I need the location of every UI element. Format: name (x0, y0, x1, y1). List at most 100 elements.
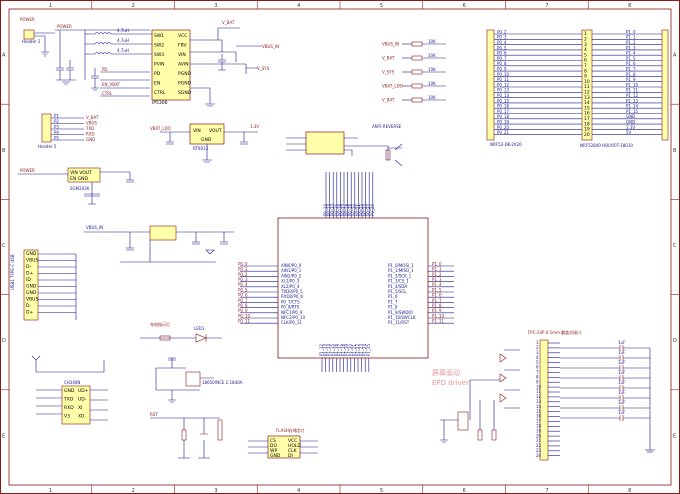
right-connector-pin-right: P1_0 (626, 29, 636, 34)
column-marker: 6 (463, 488, 466, 494)
column-marker: 6 (463, 3, 466, 9)
right-connector-pin-right: P1_2 (626, 40, 636, 45)
charger-pin-left: PVIN (154, 62, 165, 68)
ch340-pin: UD- (78, 397, 87, 403)
usb-pin: D+ (26, 271, 33, 277)
column-marker: 3 (214, 488, 217, 494)
header-pin: P3 (54, 124, 59, 129)
switch-pins-2: EN GND (70, 176, 88, 182)
right-connector-pin-num: 7 (584, 63, 587, 69)
charger-pin-left: PD (154, 71, 161, 77)
inductor-3: 4.7uH (117, 48, 129, 53)
header-net: V_BAT (86, 115, 99, 120)
net-label: V_BAT (382, 98, 395, 103)
right-connector-pin-num: 3 (584, 42, 587, 48)
usb-pin: D- (26, 264, 31, 270)
charger-pin-right: PGND (178, 81, 192, 87)
right-connector-pin-left: P0_13 (497, 88, 510, 93)
right-connector-pin-right: P1_13 (626, 98, 639, 103)
right-connector-title: NRF52840 HOLYIOT-18010 (580, 143, 633, 148)
row-marker: C (2, 243, 6, 249)
row-marker: E (673, 433, 676, 439)
column-marker: 8 (628, 488, 631, 494)
charger-pin-left: CTRL (154, 90, 166, 96)
right-connector-pin-right: P1_7 (626, 67, 636, 72)
vbus-in-net: VBUS_IN (86, 225, 103, 230)
power-net-2: POWER (20, 168, 35, 173)
row-marker: C (673, 243, 677, 249)
right-connector-pin-right: P1_14 (626, 104, 639, 109)
net-resistor-value: 10K (428, 67, 436, 72)
flash-pin-right: DI (288, 453, 293, 459)
ch340-pin: GND (64, 388, 75, 394)
column-marker: 8 (628, 3, 631, 9)
fpc-cap: 1uF (618, 340, 626, 345)
mcu-right-pin: P1_11/RST (388, 320, 410, 325)
header-5pin-name: Header 5 (38, 144, 57, 149)
right-connector-pin-left: P0_9 (497, 67, 507, 72)
usb-pin: VBUS (26, 258, 38, 264)
usb-pin: GND (26, 284, 37, 290)
fpc-cap: 1uF (618, 350, 626, 355)
right-connector-pin-left: P0_2 (497, 29, 507, 34)
header-net: GND (86, 137, 95, 142)
inductor-2: 4.7uH (117, 38, 129, 43)
right-connector-pin-right: P1_8 (626, 72, 636, 77)
right-connector-pin-right: P1_6 (626, 61, 636, 66)
mcu-right-net: P1_11 (432, 319, 445, 324)
usb-pin: VBUS (26, 297, 38, 303)
right-connector-pin-num: 5 (584, 52, 587, 58)
header-pin: P4 (54, 130, 59, 135)
right-connector-pin-num: 4 (584, 47, 587, 53)
right-connector-pin-num: 12 (584, 90, 590, 96)
right-connector-pin-right: P1_10 (626, 82, 639, 87)
right-connector-pin-left: P0_3 (497, 35, 507, 40)
charger-pin-right: VIN (178, 52, 186, 58)
right-connector-pin-left: P0_7 (497, 56, 507, 61)
right-connector-pin-right: P1_3 (626, 45, 636, 50)
column-marker: 1 (49, 3, 52, 9)
right-connector-pin-right: GND (626, 120, 635, 125)
right-connector-pin-num: 18 (584, 121, 590, 127)
right-connector-pin-left: P0_12 (497, 82, 510, 87)
ldo-gnd: GND (201, 137, 212, 143)
fpc-cap: 1uF (618, 380, 626, 385)
ch340-pin: V3 (64, 414, 70, 420)
ch340-pin: UD+ (78, 388, 89, 394)
charger-pin-right: VCC (178, 33, 187, 39)
epd-cn: 屏幕驱动 (432, 368, 460, 377)
right-connector-pin-left: P0_18 (497, 114, 510, 119)
row-marker: E (2, 433, 5, 439)
v-bat-net: V_BAT (222, 20, 235, 25)
usb-pin: ID (26, 277, 31, 283)
fpc-cap: 1uF (618, 360, 626, 365)
power-header-ref: POWER (20, 17, 35, 22)
right-connector-pin-num: 10 (584, 79, 590, 85)
column-marker: 4 (297, 3, 300, 9)
usb-pin: D- (26, 303, 31, 309)
right-connector-pin-right: P1_1 (626, 35, 636, 40)
right-connector-pin-num: 15 (584, 105, 590, 111)
net-label: EN_VBAT (102, 82, 120, 87)
ch340-pin: XI (78, 405, 82, 411)
right-connector-pin-left: P0_8 (497, 61, 507, 66)
fpc-cap: 1uF (618, 370, 626, 375)
row-marker: D (673, 338, 677, 344)
header-net: TXD (85, 126, 94, 131)
row-marker: B (673, 148, 677, 154)
power-header-name: Header 2 (22, 39, 41, 44)
right-connector-pin-num: 8 (584, 68, 587, 74)
net-label: CTRL (102, 91, 113, 96)
net-label: V_BAT (382, 56, 395, 61)
right-connector-pin-num: 13 (584, 95, 590, 101)
v-sys-net: V_SYS (257, 66, 270, 71)
charger-pin-left: SW1 (154, 33, 164, 39)
fpc-cap: 1uF (618, 400, 626, 405)
net-label: VBUS_IN (382, 42, 399, 47)
usb-pin: GND (26, 251, 37, 257)
right-connector-pin-num: 9 (584, 74, 587, 80)
charger-pin-left: EN (154, 81, 160, 87)
net-resistor-value: 10K (428, 81, 436, 86)
row-marker: B (2, 148, 6, 154)
charger-ic-part: IP5306 (152, 100, 168, 106)
